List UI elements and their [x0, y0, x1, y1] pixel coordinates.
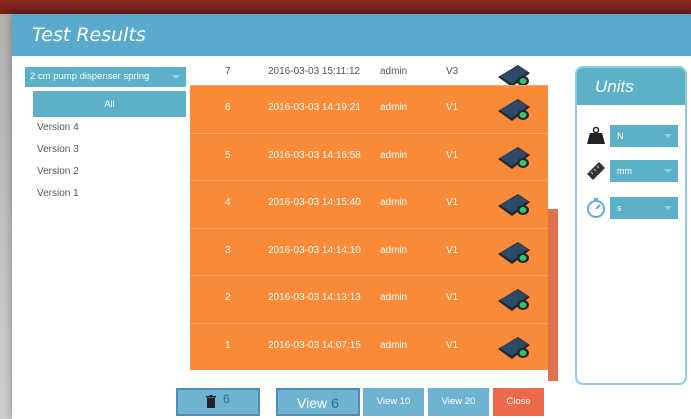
distance-unit-select[interactable]: mm — [610, 160, 678, 182]
row-user: admin — [380, 66, 408, 77]
device-icon — [496, 281, 532, 315]
row-number: 5 — [225, 149, 231, 161]
row-divider — [190, 180, 548, 181]
row-divider — [190, 85, 548, 86]
row-datetime: 2016-03-03 14:16:58 — [268, 149, 361, 161]
version-item-4[interactable]: Version 4 — [33, 117, 186, 139]
close-button[interactable]: Close — [493, 388, 544, 416]
view-20-label: View 20 — [441, 396, 476, 407]
ruler-icon — [585, 160, 607, 182]
close-label: Close — [506, 396, 531, 407]
view-count: 6 — [331, 395, 339, 411]
view-10-button[interactable]: View 10 — [363, 388, 424, 416]
device-icon — [496, 139, 532, 173]
units-header: Units — [577, 68, 685, 105]
delete-button[interactable]: 6 — [176, 388, 260, 416]
row-user: admin — [380, 292, 408, 303]
stopwatch-icon — [585, 197, 607, 219]
device-icon — [496, 91, 532, 125]
units-panel: Units N mm s — [575, 66, 687, 385]
table-row[interactable]: 5 2016-03-03 14:16:58 admin V1 — [190, 132, 548, 180]
row-datetime: 2016-03-03 14:14:10 — [268, 244, 361, 256]
row-number: 4 — [225, 197, 231, 208]
results-table: 7 2016-03-03 15:11:12 admin V3 6 2016-03-03 1… — [190, 59, 548, 381]
row-user: admin — [380, 197, 408, 208]
row-version: V1 — [446, 149, 459, 161]
row-datetime: 2016-03-03 14:19:21 — [268, 102, 361, 113]
scrollbar[interactable] — [548, 209, 558, 381]
row-version: V1 — [446, 292, 459, 303]
table-row[interactable]: 4 2016-03-03 14:15:40 admin V1 — [190, 180, 548, 228]
row-version: V1 — [446, 102, 459, 113]
chevron-down-icon — [664, 134, 672, 138]
delete-count: 6 — [222, 392, 230, 407]
spring-select-value: 2 cm pump dispenser spring — [30, 71, 150, 82]
chevron-down-icon — [664, 206, 672, 210]
row-divider — [190, 132, 548, 134]
trash-icon — [206, 395, 217, 411]
time-unit-row: s — [585, 197, 681, 219]
row-user: admin — [380, 339, 408, 351]
force-unit-row: N — [585, 125, 681, 147]
row-version: V1 — [446, 244, 459, 256]
table-row[interactable]: 2 2016-03-03 14:13:13 admin V1 — [190, 275, 548, 323]
weight-icon — [585, 125, 607, 147]
version-item-1[interactable]: Version 1 — [33, 183, 186, 205]
spring-select[interactable]: 2 cm pump dispenser spring — [25, 67, 186, 87]
table-row[interactable]: 3 2016-03-03 14:14:10 admin V1 — [190, 227, 548, 275]
row-number: 2 — [225, 292, 231, 303]
view-10-label: View 10 — [376, 396, 411, 407]
row-number: 7 — [225, 66, 231, 77]
view-20-button[interactable]: View 20 — [428, 388, 489, 416]
table-row[interactable]: 1 2016-03-03 14:07:15 admin V1 — [190, 322, 548, 370]
row-user: admin — [380, 244, 408, 256]
device-icon — [496, 329, 532, 363]
dialog-title: Test Results — [32, 24, 146, 46]
version-list: All Version 4 Version 3 Version 2 Versio… — [33, 91, 186, 205]
row-version: V3 — [446, 66, 459, 77]
force-unit-value: N — [617, 131, 624, 141]
test-results-dialog: Test Results 2 cm pump dispenser spring … — [12, 14, 691, 419]
chevron-down-icon — [172, 75, 180, 79]
row-divider — [190, 227, 548, 229]
distance-unit-value: mm — [617, 166, 632, 176]
device-icon — [496, 234, 532, 268]
force-unit-select[interactable]: N — [610, 125, 678, 147]
time-unit-value: s — [617, 203, 622, 213]
table-row[interactable]: 7 2016-03-03 15:11:12 admin V3 — [190, 59, 548, 87]
row-version: V1 — [446, 197, 459, 208]
row-user: admin — [380, 149, 408, 161]
row-user: admin — [380, 102, 408, 113]
row-datetime: 2016-03-03 15:11:12 — [268, 66, 361, 77]
row-number: 6 — [225, 102, 231, 113]
row-datetime: 2016-03-03 14:07:15 — [268, 339, 361, 351]
device-icon — [496, 186, 532, 220]
row-datetime: 2016-03-03 14:15:40 — [268, 197, 361, 208]
row-datetime: 2016-03-03 14:13:13 — [268, 292, 361, 303]
version-item-3[interactable]: Version 3 — [33, 139, 186, 161]
version-all-button[interactable]: All — [33, 91, 186, 117]
distance-unit-row: mm — [585, 160, 681, 182]
row-number: 3 — [225, 244, 231, 256]
version-item-2[interactable]: Version 2 — [33, 161, 186, 183]
row-divider — [190, 275, 548, 276]
table-row[interactable]: 6 2016-03-03 14:19:21 admin V1 — [190, 85, 548, 133]
title-bar: Test Results — [12, 14, 691, 56]
time-unit-select[interactable]: s — [610, 197, 678, 219]
view-label: View — [297, 395, 328, 411]
row-version: V1 — [446, 339, 459, 351]
chevron-down-icon — [664, 169, 672, 173]
view-button[interactable]: View 6 — [276, 388, 360, 416]
units-title: Units — [595, 77, 634, 96]
row-number: 1 — [225, 339, 231, 351]
row-divider — [190, 322, 548, 324]
